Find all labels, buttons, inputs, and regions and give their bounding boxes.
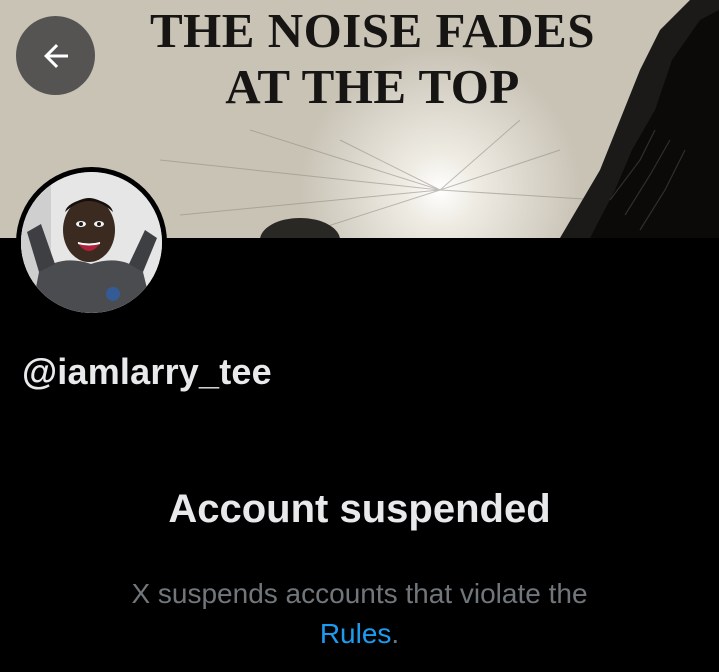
banner-title-line-1: THE NOISE FADES bbox=[150, 3, 595, 58]
back-button[interactable] bbox=[16, 16, 95, 95]
rules-link[interactable]: Rules bbox=[320, 618, 392, 649]
suspension-message: X suspends accounts that violate the Rul… bbox=[0, 574, 719, 654]
profile-handle: @iamlarry_tee bbox=[22, 351, 272, 392]
suspension-message-period: . bbox=[391, 618, 400, 649]
banner-title: THE NOISE FADES AT THE TOP bbox=[0, 3, 719, 115]
avatar[interactable] bbox=[16, 167, 167, 318]
arrow-left-icon bbox=[43, 43, 68, 68]
suspended-headline: Account suspended bbox=[168, 487, 551, 531]
suspension-message-link-line: Rules. bbox=[0, 614, 719, 654]
avatar-photo bbox=[21, 172, 162, 313]
banner-title-line-2: AT THE TOP bbox=[225, 59, 520, 114]
suspension-message-text: X suspends accounts that violate the bbox=[131, 578, 588, 609]
